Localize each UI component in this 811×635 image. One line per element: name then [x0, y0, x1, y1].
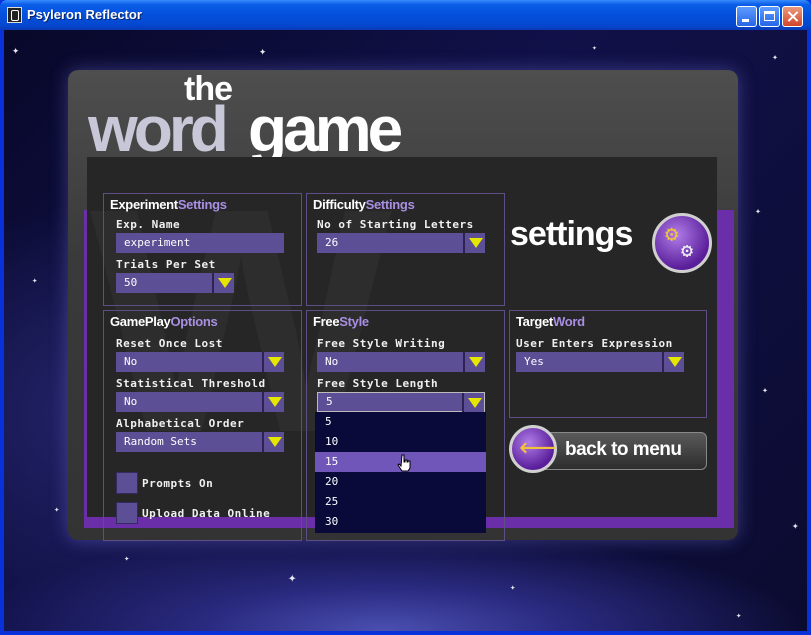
start-letters-dropdown[interactable]: 26	[317, 233, 485, 253]
dropdown-option[interactable]: 10	[315, 432, 486, 452]
reset-dropdown[interactable]: No	[116, 352, 284, 372]
prompts-label: Prompts On	[142, 477, 214, 490]
dropdown-option[interactable]: 5	[315, 412, 486, 432]
app-icon	[7, 7, 22, 23]
star-icon: ✦	[12, 43, 20, 57]
minimize-button[interactable]	[736, 6, 757, 27]
trials-label: Trials Per Set	[116, 258, 216, 271]
dropdown-arrow-icon[interactable]	[262, 432, 284, 452]
app-window: Psyleron Reflector ✦ ✦ ✦ ✦ ✦ ✦ ✦ ✦ ✦ ✦ ✦…	[0, 0, 811, 635]
logo-game: game	[248, 93, 403, 165]
arrow-left-icon: ⟵	[519, 433, 557, 463]
group-title: FreeStyle	[313, 314, 369, 329]
star-icon: ✦	[736, 611, 742, 621]
star-icon: ✦	[288, 570, 297, 586]
back-button-circle[interactable]: ⟵	[509, 425, 557, 473]
dropdown-arrow-icon[interactable]	[212, 273, 234, 293]
title-bar[interactable]: Psyleron Reflector	[0, 0, 811, 30]
star-icon: ✦	[755, 206, 762, 217]
hand-cursor-icon	[397, 454, 411, 472]
group-title: DifficultySettings	[313, 197, 415, 212]
dropdown-arrow-icon[interactable]	[262, 392, 284, 412]
fs-length-label: Free Style Length	[317, 377, 439, 390]
exp-name-label: Exp. Name	[116, 218, 181, 231]
alpha-order-label: Alphabetical Order	[116, 417, 245, 430]
experiment-settings-group: ExperimentSettings Exp. Name experiment …	[103, 193, 302, 306]
logo-word: word	[88, 93, 229, 165]
stat-threshold-label: Statistical Threshold	[116, 377, 266, 390]
maximize-button[interactable]	[759, 6, 780, 27]
dropdown-arrow-icon[interactable]	[463, 352, 485, 372]
fs-writing-label: Free Style Writing	[317, 337, 446, 350]
star-icon: ✦	[259, 44, 267, 58]
user-expression-label: User Enters Expression	[516, 337, 673, 350]
start-letters-label: No of Starting Letters	[317, 218, 474, 231]
star-icon: ✦	[124, 554, 130, 564]
target-word-group: TargetWord User Enters Expression Yes	[509, 310, 707, 418]
star-icon: ✦	[792, 519, 799, 532]
fs-length-options: 5 10 15 20 25 30	[315, 412, 486, 533]
dropdown-arrow-icon[interactable]	[462, 393, 484, 413]
upload-label: Upload Data Online	[142, 507, 271, 520]
dropdown-option[interactable]: 20	[315, 472, 486, 492]
dropdown-arrow-icon[interactable]	[463, 233, 485, 253]
star-icon: ✦	[592, 43, 597, 52]
freestyle-group: FreeStyle Free Style Writing No Free Sty…	[306, 310, 505, 541]
gears-icon: ⚙ ⚙	[652, 213, 712, 273]
dropdown-arrow-icon[interactable]	[662, 352, 684, 372]
dropdown-option[interactable]: 30	[315, 512, 486, 532]
user-expression-dropdown[interactable]: Yes	[516, 352, 684, 372]
difficulty-settings-group: DifficultySettings No of Starting Letter…	[306, 193, 505, 306]
reset-label: Reset Once Lost	[116, 337, 223, 350]
back-to-menu-button[interactable]: ⟵ back to menu	[509, 425, 707, 475]
star-icon: ✦	[510, 583, 516, 593]
stat-threshold-dropdown[interactable]: No	[116, 392, 284, 412]
trials-dropdown[interactable]: 50	[116, 273, 234, 293]
star-icon: ✦	[54, 505, 60, 515]
close-button[interactable]	[782, 6, 803, 27]
group-title: TargetWord	[516, 314, 585, 329]
dropdown-arrow-icon[interactable]	[262, 352, 284, 372]
group-title: GamePlayOptions	[110, 314, 218, 329]
star-icon: ✦	[32, 276, 38, 286]
group-title: ExperimentSettings	[110, 197, 227, 212]
fs-writing-dropdown[interactable]: No	[317, 352, 485, 372]
window-title: Psyleron Reflector	[27, 7, 142, 22]
upload-checkbox[interactable]	[116, 502, 138, 524]
star-icon: ✦	[762, 385, 769, 396]
star-icon: ✦	[772, 52, 779, 63]
prompts-checkbox[interactable]	[116, 472, 138, 494]
alpha-order-dropdown[interactable]: Random Sets	[116, 432, 284, 452]
gameplay-options-group: GamePlayOptions Reset Once Lost No Stati…	[103, 310, 302, 541]
dropdown-option[interactable]: 25	[315, 492, 486, 512]
exp-name-field[interactable]: experiment	[116, 233, 284, 253]
back-to-menu-label: back to menu	[565, 439, 682, 460]
fs-length-dropdown[interactable]: 5	[317, 392, 485, 413]
settings-heading: settings	[510, 215, 633, 253]
